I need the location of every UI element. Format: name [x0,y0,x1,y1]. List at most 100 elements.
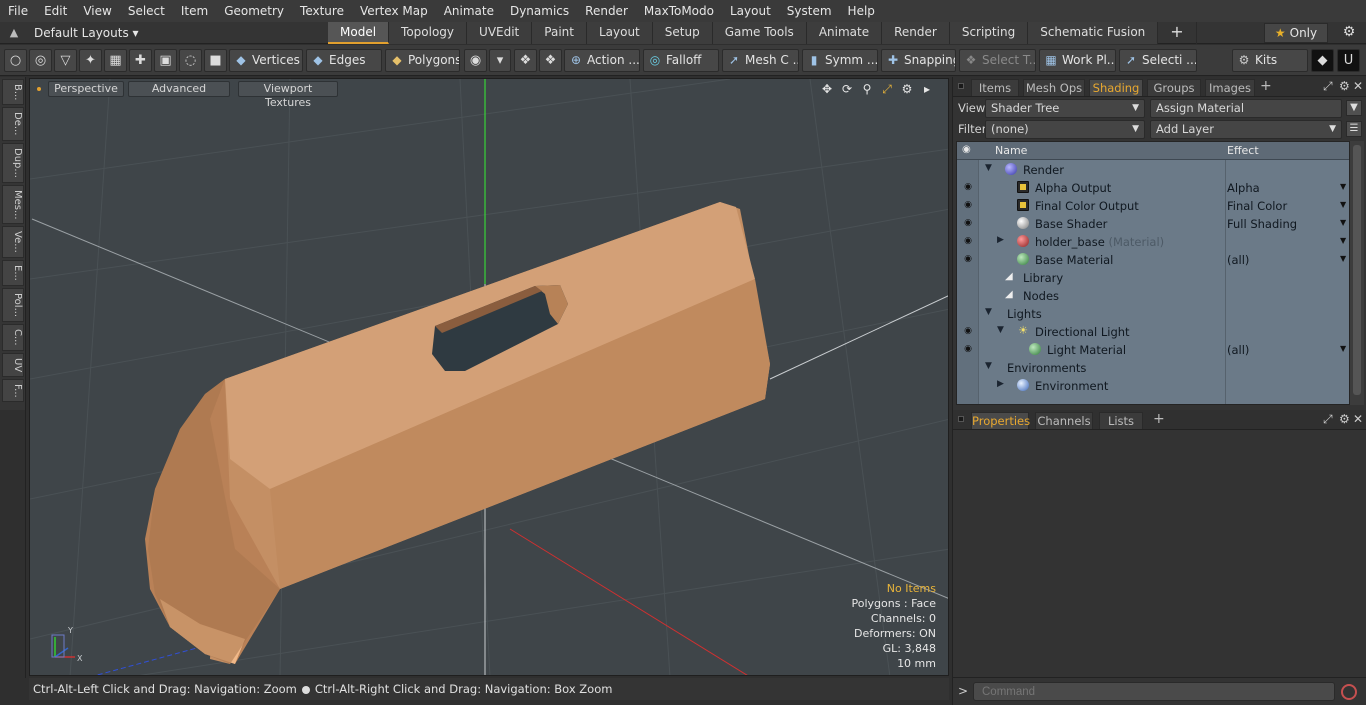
collapse-icon[interactable]: ▼ [997,325,1004,335]
tab-layout[interactable]: Layout [586,22,653,44]
expand-icon[interactable]: ⤢ [1323,412,1333,427]
tab-schematic-fusion[interactable]: Schematic Fusion [1028,22,1159,44]
viewport-arrow-icon[interactable]: ▸ [920,82,934,97]
tab-model[interactable]: Model [328,22,390,44]
rotate-icon[interactable]: ▣ [154,49,177,72]
selection-sets-button[interactable]: ➚ Selecti ... [1119,49,1197,72]
tab-groups[interactable]: Groups [1147,79,1201,96]
symmetry-a-icon[interactable]: ❖ [514,49,537,72]
left-tab-edge[interactable]: E... [2,260,24,286]
eye-icon[interactable]: ◉ [962,235,974,247]
tab-paint[interactable]: Paint [532,22,587,44]
pan-icon[interactable]: ✥ [820,82,834,97]
tree-effect[interactable]: Full Shading [1227,217,1297,231]
3d-viewport[interactable]: Y X Perspective Advanced Viewport Textur… [29,78,949,676]
tree-row-holder-base[interactable]: ◉ ▶ holder_base (Material) ▼ [957,233,1349,251]
only-toggle[interactable]: ★ Only [1264,23,1328,43]
symmetry-b-icon[interactable]: ❖ [539,49,562,72]
collapse-icon[interactable]: ▼ [985,163,992,173]
eye-icon[interactable]: ◉ [962,325,974,337]
menu-layout[interactable]: Layout [722,0,779,22]
tree-row-alpha-output[interactable]: ◉ Alpha Output Alpha ▼ [957,179,1349,197]
menu-vertex-map[interactable]: Vertex Map [352,0,436,22]
tree-effect[interactable]: Alpha [1227,181,1260,195]
unity-icon[interactable]: ◆ [1311,49,1334,72]
header-eye-icon[interactable]: ◉ [962,144,971,155]
add-layer-dropdown[interactable]: Add Layer ▼ [1150,120,1342,139]
collapse-icon[interactable]: ▼ [985,307,992,317]
left-tab-mesh-edit[interactable]: Mes... [2,184,24,225]
tab-render[interactable]: Render [882,22,950,44]
effect-caret-icon[interactable]: ▼ [1340,344,1346,353]
tree-row-directional-light[interactable]: ◉ ▼ ☀ Directional Light [957,323,1349,341]
tab-items[interactable]: Items [971,79,1019,96]
eye-icon[interactable]: ◉ [962,181,974,193]
tab-uvedit[interactable]: UVEdit [467,22,533,44]
tab-images[interactable]: Images [1205,79,1255,96]
expand-arrow-icon[interactable]: ▶ [997,235,1004,245]
menu-dynamics[interactable]: Dynamics [502,0,577,22]
eye-icon[interactable]: ◉ [962,217,974,229]
left-tab-basic[interactable]: B... [2,79,24,106]
menu-maxtomodo[interactable]: MaxToModo [636,0,722,22]
perspective-button[interactable]: Perspective [48,81,124,97]
zoom-icon[interactable]: ⚲ [860,82,874,97]
tree-row-light-material[interactable]: ◉ Light Material (all) ▼ [957,341,1349,359]
effect-caret-icon[interactable]: ▼ [1340,218,1346,227]
menu-edit[interactable]: Edit [36,0,75,22]
tab-setup[interactable]: Setup [652,22,713,44]
edges-button[interactable]: ◆ Edges [306,49,382,72]
add-panel-tab-icon[interactable]: + [1260,78,1272,94]
tree-row-environments[interactable]: ▼ Environments [957,359,1349,377]
effect-caret-icon[interactable]: ▼ [1340,236,1346,245]
move-icon[interactable]: ✚ [129,49,152,72]
tab-animate[interactable]: Animate [806,22,883,44]
maximize-icon[interactable]: ⤢ [880,82,894,97]
shader-tree-scrollbar[interactable] [1350,141,1364,405]
tab-properties[interactable]: Properties [971,412,1030,429]
panel-handle-icon[interactable] [958,83,964,89]
panel-gear-icon[interactable]: ⚙ [1339,412,1350,426]
falloff-button[interactable]: ◎ Falloff [643,49,719,72]
column-effect[interactable]: Effect [1227,144,1259,157]
left-tab-curve[interactable]: C... [2,323,24,351]
panel-gear-icon[interactable]: ⚙ [1339,79,1350,93]
panel-close-icon[interactable]: ✕ [1353,79,1363,93]
eye-icon[interactable]: ◉ [962,343,974,355]
command-input[interactable] [973,682,1335,701]
menu-item[interactable]: Item [173,0,216,22]
tab-mesh-ops[interactable]: Mesh Ops [1023,79,1085,96]
select-circle-icon[interactable]: ○ [4,49,27,72]
tree-row-final-color-output[interactable]: ◉ Final Color Output Final Color ▼ [957,197,1349,215]
left-tab-polygon[interactable]: Pol... [2,287,24,322]
tree-row-base-shader[interactable]: ◉ Base Shader Full Shading ▼ [957,215,1349,233]
menu-view[interactable]: View [75,0,119,22]
tab-topology[interactable]: Topology [389,22,468,44]
gear-icon[interactable]: ⚙ [1340,24,1358,42]
unreal-icon[interactable]: U [1337,49,1360,72]
mesh-constraint-button[interactable]: ➚ Mesh C ... [722,49,799,72]
lasso-icon[interactable]: ▽ [54,49,77,72]
advanced-button[interactable]: Advanced [128,81,230,97]
record-macro-icon[interactable] [1341,684,1357,700]
list-options-icon[interactable]: ☰ [1346,121,1362,137]
filter-dropdown[interactable]: (none) ▼ [985,120,1145,139]
tree-row-render[interactable]: ▼ Render [957,161,1349,179]
tree-row-lights[interactable]: ▼ Lights [957,305,1349,323]
tab-channels[interactable]: Channels [1035,412,1093,429]
vertices-button[interactable]: ◆ Vertices [229,49,303,72]
tree-row-nodes[interactable]: ◢ Nodes [957,287,1349,305]
eye-icon[interactable]: ◉ [962,253,974,265]
orbit-icon[interactable]: ⟳ [840,82,854,97]
left-tab-deform[interactable]: De... [2,107,24,141]
menu-file[interactable]: File [0,0,36,22]
effect-caret-icon[interactable]: ▼ [1340,182,1346,191]
left-tab-duplicate[interactable]: Dup... [2,142,24,183]
menu-geometry[interactable]: Geometry [216,0,292,22]
effect-caret-icon[interactable]: ▼ [1340,200,1346,209]
globe-icon[interactable]: ◎ [29,49,52,72]
add-panel-tab-icon[interactable]: + [1153,411,1165,427]
work-plane-button[interactable]: ▦ Work Pl... [1039,49,1116,72]
snapping-button[interactable]: ✚ Snapping [881,49,956,72]
panel-close-icon[interactable]: ✕ [1353,412,1363,426]
